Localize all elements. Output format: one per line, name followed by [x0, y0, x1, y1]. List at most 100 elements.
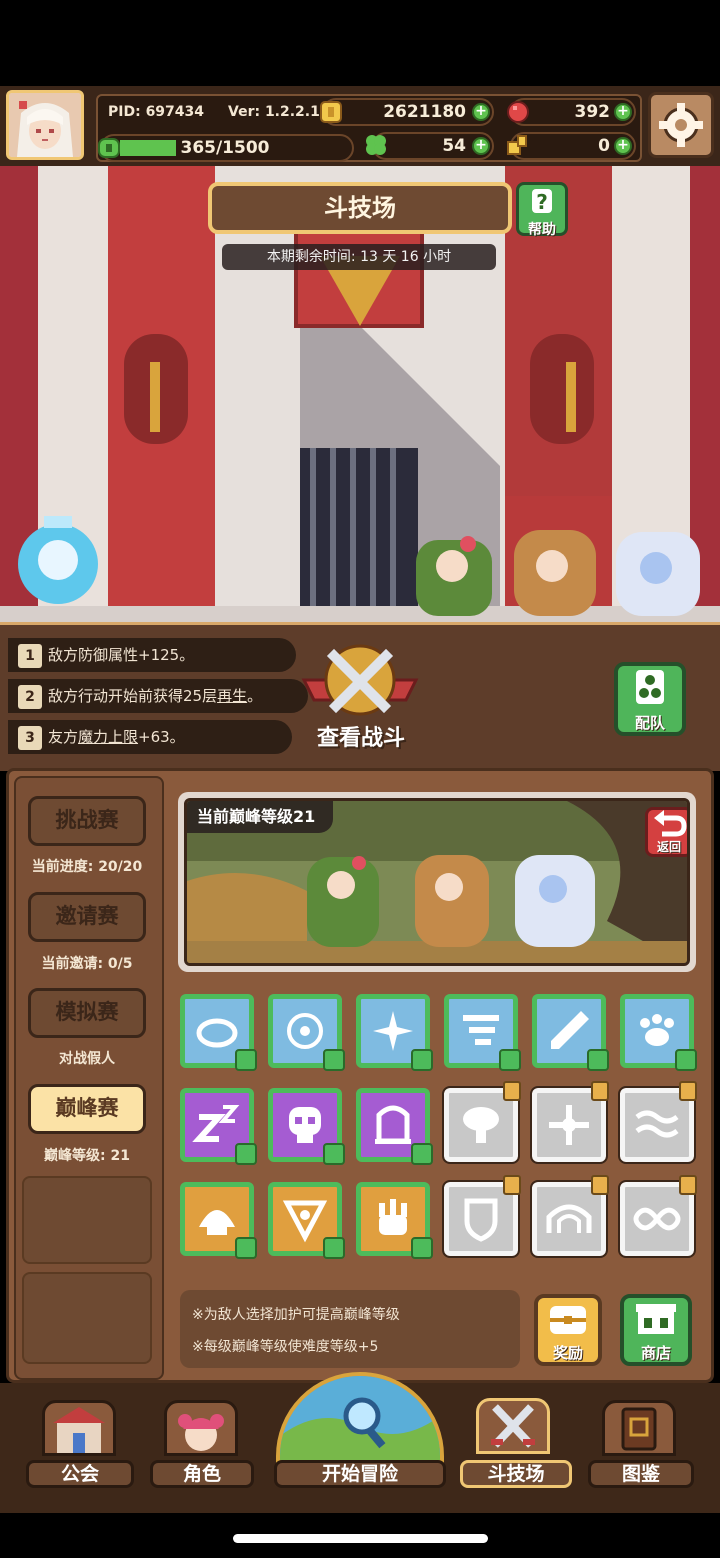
buff-number: 3: [18, 725, 42, 750]
blessing-tile-tornado[interactable]: [444, 994, 521, 1071]
reward-button[interactable]: 奖励: [534, 1294, 602, 1366]
stamina-leaf-icon: [98, 138, 120, 158]
back-label: 返回: [656, 840, 681, 854]
reward-label: 奖励: [552, 1344, 583, 1362]
blessing-tile-infinity-locked[interactable]: [618, 1175, 697, 1258]
blessing-grid: [180, 994, 697, 1264]
ticket-add-button[interactable]: +: [614, 137, 632, 155]
team-label: 配队: [634, 714, 665, 732]
blessing-tile-paw[interactable]: [620, 994, 697, 1071]
season-timer: 本期剩余时间: 13 天 16 小时: [222, 244, 496, 270]
blessing-tile-wave-locked[interactable]: [618, 1081, 697, 1164]
arena-scene: [0, 166, 720, 626]
shop-label: 商店: [640, 1344, 671, 1362]
buff-row-1: 1 敌方防御属性+125。: [8, 638, 296, 672]
buff-row-3: 3 友方魔力上限+63。: [8, 720, 292, 754]
peak-preview-panel: 当前巅峰等级21 返回: [178, 792, 696, 972]
player-avatar[interactable]: [6, 90, 84, 160]
blessing-tile-tombstone[interactable]: [356, 1088, 433, 1165]
selected-check-icon: [235, 1237, 257, 1259]
mode-challenge-button[interactable]: 挑战赛: [28, 796, 146, 846]
selected-check-icon: [323, 1143, 345, 1165]
gold-coin-icon: [320, 101, 342, 123]
arena-title: 斗技场: [208, 182, 512, 234]
arena-title-text: 斗技场: [324, 194, 396, 222]
blessing-tile-cloud[interactable]: [180, 994, 257, 1071]
nav-arena-icon-frame[interactable]: [476, 1398, 550, 1454]
team-setup-button[interactable]: 配队: [614, 662, 686, 736]
buff-text-end: +63。: [138, 728, 185, 746]
back-button[interactable]: 返回: [645, 807, 687, 857]
blessing-tile-mushroom-locked[interactable]: [442, 1081, 521, 1164]
mode-peak-button[interactable]: 巅峰赛: [28, 1084, 146, 1134]
nav-arena-tab[interactable]: 斗技场: [460, 1460, 572, 1488]
arch-icon: [546, 1204, 592, 1233]
gold-value: 2621180: [383, 102, 466, 122]
gold-add-button[interactable]: +: [472, 103, 490, 121]
return-arrow-icon: [654, 810, 687, 837]
mode-invite-progress: 当前邀请: 0/5: [41, 956, 133, 972]
blessing-tile-shell[interactable]: [180, 1182, 257, 1259]
wave-icon: [635, 1110, 679, 1138]
blessing-tile-sleep[interactable]: [180, 1088, 257, 1165]
mode-invite-button[interactable]: 邀请赛: [28, 892, 146, 942]
book-icon: [621, 1407, 657, 1451]
clover-icon: [366, 135, 386, 155]
ticket-icon: [507, 135, 527, 155]
buff-text: 敌方行动开始前获得25层: [48, 687, 218, 705]
selected-check-icon: [323, 1237, 345, 1259]
blessing-tile-arch-locked[interactable]: [530, 1175, 609, 1258]
clover-value: 54: [442, 136, 466, 156]
tip-line: ※每级巅峰等级使难度等级+5: [192, 1339, 379, 1355]
nav-guild-tab[interactable]: 公会: [26, 1460, 134, 1488]
infinity-icon: [633, 1207, 681, 1231]
peak-level-label: 当前巅峰等级21: [187, 801, 334, 833]
mode-peak-label: 巅峰赛: [55, 1096, 119, 1120]
settings-button[interactable]: [648, 92, 714, 158]
blessing-tile-shield-gem[interactable]: [268, 1182, 345, 1259]
empty-mode-slot: [22, 1176, 152, 1264]
help-label: 帮助: [528, 222, 556, 238]
clover-add-button[interactable]: +: [472, 137, 490, 155]
blessing-tile-claw[interactable]: [356, 1182, 433, 1259]
nav-codex-icon-frame[interactable]: [602, 1400, 676, 1456]
nav-character-icon-frame[interactable]: [164, 1400, 238, 1456]
treasure-chest-icon: [550, 1306, 586, 1334]
shop-icon: [636, 1304, 676, 1334]
blessing-tile-frost-locked[interactable]: [530, 1081, 609, 1164]
blessing-tile-sparkle[interactable]: [356, 994, 433, 1071]
question-icon: ?: [532, 189, 552, 214]
blessing-tile-shield-locked[interactable]: [442, 1175, 521, 1258]
mode-sim-button[interactable]: 模拟赛: [28, 988, 146, 1038]
blessing-tile-snowflake-ring[interactable]: [268, 994, 345, 1071]
nav-guild-icon-frame[interactable]: [42, 1400, 116, 1456]
svg-text:?: ?: [536, 190, 548, 214]
buff-keyword-link[interactable]: 再生: [217, 687, 247, 705]
gem-add-button[interactable]: +: [614, 103, 632, 121]
buff-number: 1: [18, 643, 42, 668]
blessing-tile-skull[interactable]: [268, 1088, 345, 1165]
shield-icon: [464, 1198, 498, 1242]
nav-adventure-tab[interactable]: 开始冒险: [274, 1460, 446, 1488]
stamina-value: 365/1500: [180, 138, 270, 158]
home-indicator[interactable]: [233, 1534, 488, 1543]
help-button[interactable]: ? 帮助: [516, 182, 568, 238]
selected-check-icon: [587, 1049, 609, 1071]
buff-number: 2: [18, 684, 42, 709]
nav-codex-tab[interactable]: 图鉴: [588, 1460, 694, 1488]
nav-character-tab[interactable]: 角色: [150, 1460, 254, 1488]
mode-peak-level: 巅峰等级: 21: [44, 1148, 130, 1164]
lock-icon: [679, 1175, 697, 1195]
lock-icon: [503, 1175, 521, 1195]
shop-button[interactable]: 商店: [620, 1294, 692, 1366]
view-battle-button[interactable]: [294, 640, 426, 726]
frost-icon: [549, 1105, 589, 1145]
view-battle-label[interactable]: 查看战斗: [286, 720, 436, 752]
crossed-swords-icon: [301, 644, 419, 716]
mushroom-icon: [463, 1107, 499, 1143]
blessing-tile-blade[interactable]: [532, 994, 609, 1071]
buff-keyword-link[interactable]: 魔力上限: [78, 728, 138, 746]
peak-lion-hero-sprite: [415, 855, 489, 947]
mode-sim-label: 模拟赛: [55, 1000, 119, 1024]
white-hair-hero-sprite: [616, 532, 700, 616]
